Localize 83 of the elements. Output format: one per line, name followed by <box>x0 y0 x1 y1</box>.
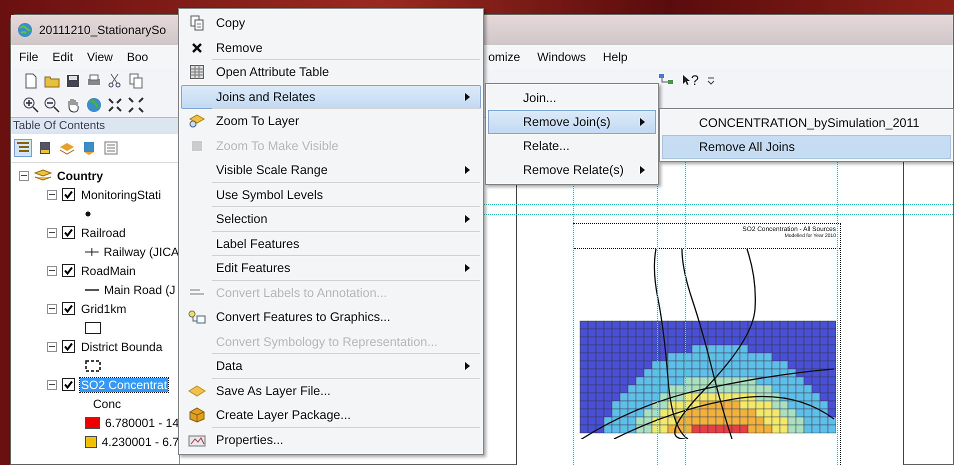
copy-icon[interactable] <box>128 73 144 89</box>
window-title: 20111210_StationarySo <box>39 23 166 37</box>
menu-item[interactable]: Zoom To Layer <box>181 109 481 134</box>
close-icon <box>192 42 202 53</box>
collapse-toggle-icon[interactable] <box>47 190 57 200</box>
collapse-toggle-icon[interactable] <box>47 304 57 314</box>
menu-item[interactable]: Boo <box>126 50 148 64</box>
menu-item[interactable]: Edit <box>52 50 74 64</box>
menu-item[interactable]: File <box>19 50 38 64</box>
legend-label: 4.230001 - 6.7 <box>102 434 179 448</box>
globe-icon[interactable] <box>86 97 102 113</box>
collapse-toggle-icon[interactable] <box>47 228 57 238</box>
zoom-in-arrows-icon[interactable] <box>107 97 123 113</box>
checkbox[interactable] <box>62 264 75 277</box>
menu-item[interactable]: Data <box>181 354 481 378</box>
layer-label[interactable]: District Bounda <box>80 340 164 354</box>
checkbox[interactable] <box>62 302 75 315</box>
list-by-drawing-order-icon[interactable] <box>15 140 31 156</box>
legend-label: Railway (JICA <box>104 244 179 258</box>
menu-item[interactable]: Remove Join(s) <box>488 110 656 134</box>
dashed-polygon-symbol-icon <box>85 360 101 372</box>
scissors-icon[interactable] <box>107 73 123 89</box>
globe-icon <box>17 22 33 38</box>
menu-item[interactable]: Save As Layer File... <box>181 378 481 403</box>
menu-item[interactable]: Visible Scale Range <box>181 158 481 182</box>
group-layer-label[interactable]: Country <box>57 168 103 182</box>
table-icon <box>190 65 204 80</box>
checkbox[interactable] <box>62 226 75 239</box>
menu-item[interactable]: Join... <box>488 86 656 110</box>
checkbox[interactable] <box>62 340 75 353</box>
new-document-icon[interactable] <box>23 73 39 89</box>
menu-item[interactable]: Copy <box>181 11 481 36</box>
layers-icon[interactable] <box>59 140 75 156</box>
collapse-toggle-icon[interactable] <box>19 170 29 180</box>
menu-item[interactable]: Convert Features to Graphics... <box>181 305 481 330</box>
menu-item[interactable]: Remove All Joins <box>662 135 951 159</box>
line-symbol-icon <box>85 288 99 292</box>
menu-item[interactable]: Create Layer Package... <box>181 403 481 428</box>
package-icon <box>189 407 205 424</box>
properties-icon <box>188 432 206 447</box>
railway-symbol-icon <box>85 248 99 256</box>
menu-item[interactable]: Use Symbol Levels <box>181 182 481 207</box>
copy-icon <box>190 15 204 32</box>
panel-title: Table Of Contents <box>11 118 179 134</box>
menu-item[interactable]: Open Attribute Table <box>181 60 481 84</box>
menu-item[interactable]: Properties... <box>181 428 481 452</box>
zoom-out-icon[interactable] <box>44 97 60 113</box>
point-symbol-icon <box>85 210 91 216</box>
layer-label[interactable]: RoadMain <box>80 264 137 278</box>
whats-this-button[interactable]: ? <box>682 72 699 88</box>
legend-label: 6.780001 - 14 <box>104 416 179 430</box>
save-icon[interactable] <box>65 73 81 89</box>
menu-item[interactable]: CONCENTRATION_bySimulation_2011 <box>662 111 951 135</box>
legend-heading: Conc <box>92 396 122 410</box>
menu-item[interactable]: Remove <box>181 36 481 60</box>
menu-item[interactable]: Remove Relate(s) <box>488 158 656 182</box>
menu-item[interactable]: Windows <box>537 50 586 64</box>
checkbox[interactable] <box>62 188 75 201</box>
layer-label[interactable]: MonitoringStati <box>80 188 162 202</box>
collapse-toggle-icon[interactable] <box>47 342 57 352</box>
menu-item[interactable]: Joins and Relates <box>181 84 481 109</box>
menu-item[interactable]: Relate... <box>488 134 656 158</box>
zoom-in-icon[interactable] <box>23 97 39 113</box>
options-icon[interactable] <box>103 140 119 156</box>
dropdown-icon[interactable] <box>706 75 715 85</box>
pointer-icon <box>682 74 690 86</box>
menu-item[interactable]: Selection <box>181 207 481 232</box>
zoom-out-arrows-icon[interactable] <box>128 97 144 113</box>
legend-label: Main Road (J <box>104 282 176 296</box>
menu-item[interactable]: Help <box>602 50 628 64</box>
menu-item[interactable]: omize <box>488 50 520 64</box>
polygon-symbol-icon <box>85 322 101 334</box>
layer-label[interactable]: Grid1km <box>80 302 128 316</box>
menu-item[interactable]: Label Features <box>181 232 481 256</box>
checkbox[interactable] <box>62 378 75 391</box>
database-icon[interactable] <box>37 140 53 156</box>
collapse-toggle-icon[interactable] <box>47 380 57 390</box>
menu-item[interactable]: View <box>87 50 113 64</box>
layers-icon <box>34 168 52 182</box>
menu-item[interactable]: Edit Features <box>181 256 481 280</box>
layer-label[interactable]: Railroad <box>80 226 127 240</box>
shapes-icon <box>188 310 206 324</box>
collapse-toggle-icon[interactable] <box>47 266 57 276</box>
